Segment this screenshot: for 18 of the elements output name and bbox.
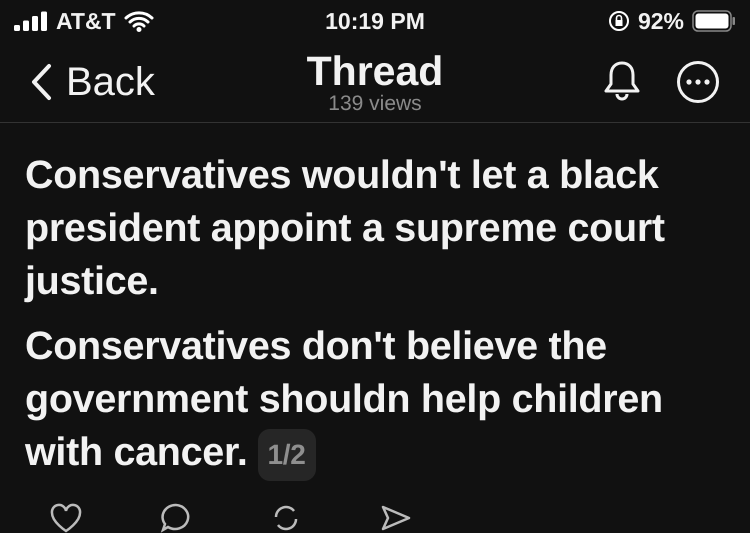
more-icon[interactable] xyxy=(676,60,720,104)
clock-time: 10:19 PM xyxy=(325,8,425,35)
battery-percent: 92% xyxy=(638,8,684,35)
chevron-icon xyxy=(30,63,52,102)
carrier-name: AT&T xyxy=(56,8,116,35)
page-title: Thread xyxy=(306,49,444,94)
signal-icon xyxy=(14,11,48,32)
battery-icon xyxy=(692,10,736,32)
view-count: 139 views xyxy=(328,93,422,116)
page-counter: 1/2 xyxy=(258,429,316,481)
back-button[interactable]: Back xyxy=(30,60,155,105)
heart-icon[interactable] xyxy=(50,503,82,533)
wifi-icon xyxy=(124,10,154,32)
rotation-lock-icon xyxy=(608,10,630,32)
post-text: Conservatives don't believe the government shouldn help children with cancer. 1/2 xyxy=(25,320,715,481)
send-icon[interactable] xyxy=(380,503,412,533)
post-text: Conservatives wouldn't let a black president appoint a supreme court justice. xyxy=(25,152,666,306)
comment-icon[interactable] xyxy=(160,503,192,533)
